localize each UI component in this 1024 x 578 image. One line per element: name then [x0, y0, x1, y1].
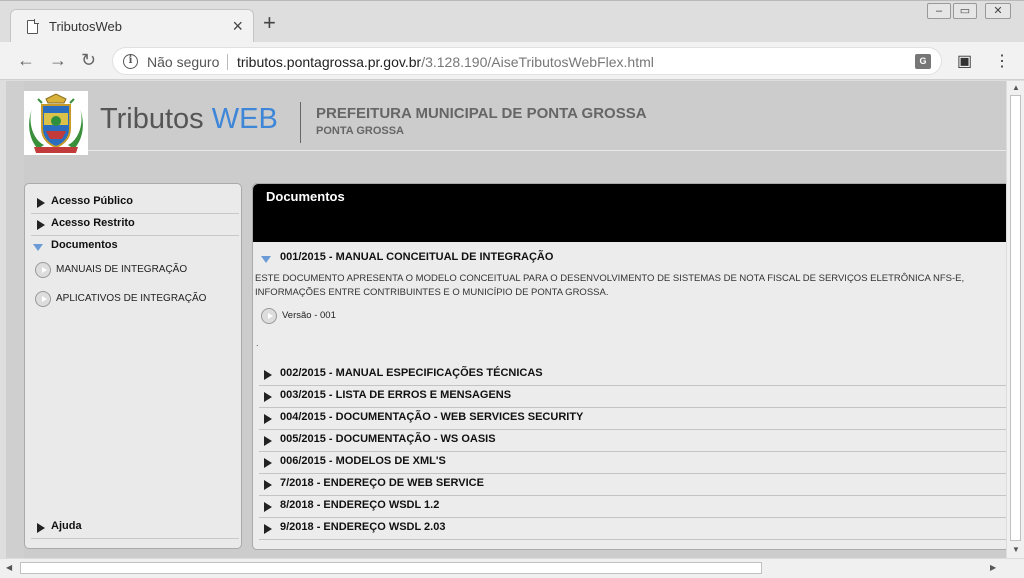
collapse-arrow-icon	[33, 244, 43, 251]
horizontal-scrollbar[interactable]: ◀ ▶	[0, 558, 1024, 578]
doc-description: ESTE DOCUMENTO APRESENTA O MODELO CONCEI…	[255, 272, 1006, 300]
header-divider	[300, 102, 301, 143]
minimize-button[interactable]: –	[927, 3, 951, 19]
vertical-scroll-thumb[interactable]	[1010, 95, 1021, 541]
expand-arrow-icon	[264, 414, 272, 424]
close-window-button[interactable]: ✕	[985, 3, 1011, 19]
doc-item-label: 004/2015 - DOCUMENTAÇÃO - WEB SERVICES S…	[280, 411, 584, 423]
doc-item-label: 9/2018 - ENDEREÇO WSDL 2.03	[280, 521, 446, 533]
url-separator	[227, 54, 228, 70]
vertical-scrollbar[interactable]: ▲ ▼	[1006, 81, 1024, 558]
sidebar-subitem-label: MANUAIS DE INTEGRAÇÃO	[56, 264, 188, 275]
tab-title: TributosWeb	[49, 19, 122, 34]
scroll-left-icon[interactable]: ◀	[6, 563, 12, 572]
sidebar-item-label: Acesso Público	[51, 195, 133, 207]
info-icon[interactable]: i	[123, 54, 138, 69]
panel-header: Documentos	[253, 184, 1006, 242]
collapse-arrow-icon	[261, 256, 271, 263]
url-path: /3.128.190/AiseTributosWebFlex.html	[421, 54, 654, 70]
expand-arrow-icon	[264, 502, 272, 512]
doc-description-line: INFORMAÇÕES ENTRE CONTRIBUINTES E O MUNI…	[255, 287, 609, 298]
url-text[interactable]: tributos.pontagrossa.pr.gov.br/3.128.190…	[237, 54, 654, 70]
sidebar-item-label: Acesso Restrito	[51, 217, 135, 229]
site-header: Tributos WEB PREFEITURA MUNICIPAL DE PON…	[24, 81, 1006, 155]
play-circle-icon	[261, 308, 277, 324]
sidebar-subitem-label: APLICATIVOS DE INTEGRAÇÃO	[56, 293, 207, 304]
expand-arrow-icon	[264, 370, 272, 380]
doc-item-006-2015[interactable]: 006/2015 - MODELOS DE XML'S	[259, 452, 1006, 474]
coat-of-arms-logo	[24, 91, 88, 155]
brand-main: Tributos	[100, 103, 212, 135]
brand-title: Tributos WEB	[100, 103, 278, 136]
sidebar-menu: Acesso Público Acesso Restrito Documento…	[24, 183, 242, 549]
expand-arrow-icon	[37, 220, 45, 230]
version-label: Versão - 001	[282, 310, 336, 321]
maximize-button[interactable]: ▭	[953, 3, 977, 19]
doc-item-label: 006/2015 - MODELOS DE XML'S	[280, 455, 446, 467]
sidebar-item-label: Ajuda	[51, 520, 82, 532]
doc-item-004-2015[interactable]: 004/2015 - DOCUMENTAÇÃO - WEB SERVICES S…	[259, 408, 1006, 430]
city-name: PONTA GROSSA	[316, 125, 405, 137]
expand-arrow-icon	[264, 524, 272, 534]
expand-arrow-icon	[37, 523, 45, 533]
sidebar-item-label: Documentos	[51, 239, 118, 251]
doc-item-003-2015[interactable]: 003/2015 - LISTA DE ERROS E MENSAGENS	[259, 386, 1006, 408]
doc-item-label: 8/2018 - ENDEREÇO WSDL 1.2	[280, 499, 440, 511]
page-icon	[27, 19, 39, 34]
sidebar-item-acesso-publico[interactable]: Acesso Público	[31, 192, 239, 214]
separator-dot: .	[256, 338, 259, 348]
clipboard-icon[interactable]: ▣	[957, 51, 972, 71]
play-circle-icon	[35, 262, 51, 278]
doc-item-005-2015[interactable]: 005/2015 - DOCUMENTAÇÃO - WS OASIS	[259, 430, 1006, 452]
page-content: Tributos WEB PREFEITURA MUNICIPAL DE PON…	[24, 81, 1006, 558]
expand-arrow-icon	[264, 436, 272, 446]
forward-icon[interactable]: →	[49, 50, 67, 71]
doc-item-label: 005/2015 - DOCUMENTAÇÃO - WS OASIS	[280, 433, 496, 445]
doc-item-7-2018[interactable]: 7/2018 - ENDEREÇO DE WEB SERVICE	[259, 474, 1006, 496]
doc-item-001-2015[interactable]: 001/2015 - MANUAL CONCEITUAL DE INTEGRAÇ…	[259, 248, 1006, 270]
doc-item-label: 003/2015 - LISTA DE ERROS E MENSAGENS	[280, 389, 512, 401]
play-circle-icon	[35, 291, 51, 307]
scroll-down-icon[interactable]: ▼	[1012, 545, 1020, 554]
panel-title: Documentos	[266, 189, 345, 204]
expand-arrow-icon	[264, 458, 272, 468]
doc-item-002-2015[interactable]: 002/2015 - MANUAL ESPECIFICAÇÕES TÉCNICA…	[259, 364, 1006, 386]
doc-item-label: 001/2015 - MANUAL CONCEITUAL DE INTEGRAÇ…	[280, 251, 554, 263]
sidebar-item-ajuda[interactable]: Ajuda	[31, 517, 239, 539]
security-label[interactable]: Não seguro	[147, 54, 219, 70]
back-icon[interactable]: ←	[17, 50, 35, 71]
brand-accent: WEB	[211, 103, 278, 135]
sidebar-subitem-aplicativos[interactable]: APLICATIVOS DE INTEGRAÇÃO	[35, 291, 235, 311]
reload-icon[interactable]: ↻	[81, 50, 96, 71]
new-tab-button[interactable]: +	[263, 12, 276, 34]
scroll-right-icon[interactable]: ▶	[990, 563, 996, 572]
translate-icon[interactable]: G	[915, 54, 931, 69]
scroll-up-icon[interactable]: ▲	[1012, 83, 1020, 92]
expand-arrow-icon	[264, 480, 272, 490]
doc-description-line: ESTE DOCUMENTO APRESENTA O MODELO CONCEI…	[255, 273, 965, 284]
menu-icon[interactable]: ⋮	[994, 51, 1010, 71]
sidebar-item-acesso-restrito[interactable]: Acesso Restrito	[31, 214, 239, 236]
url-host: tributos.pontagrossa.pr.gov.br	[237, 54, 422, 70]
browser-toolbar: ← → ↻ i Não seguro tributos.pontagrossa.…	[0, 42, 1024, 80]
expand-arrow-icon	[37, 198, 45, 208]
page-viewport: Tributos WEB PREFEITURA MUNICIPAL DE PON…	[0, 81, 1006, 558]
doc-version-link[interactable]: Versão - 001	[261, 308, 461, 326]
tab-strip: TributosWeb × + – ▭ ✕	[0, 0, 1024, 43]
sidebar-item-documentos[interactable]: Documentos	[31, 236, 239, 258]
horizontal-scroll-thumb[interactable]	[20, 562, 762, 574]
prefeitura-title: PREFEITURA MUNICIPAL DE PONTA GROSSA	[316, 105, 647, 122]
doc-item-label: 002/2015 - MANUAL ESPECIFICAÇÕES TÉCNICA…	[280, 367, 543, 379]
sidebar-subitem-manuais[interactable]: MANUAIS DE INTEGRAÇÃO	[35, 262, 235, 282]
browser-tab[interactable]: TributosWeb ×	[10, 9, 254, 43]
doc-item-label: 7/2018 - ENDEREÇO DE WEB SERVICE	[280, 477, 484, 489]
close-tab-icon[interactable]: ×	[232, 16, 243, 37]
doc-item-9-2018[interactable]: 9/2018 - ENDEREÇO WSDL 2.03	[259, 518, 1006, 540]
address-bar[interactable]: i Não seguro tributos.pontagrossa.pr.gov…	[112, 47, 942, 75]
expand-arrow-icon	[264, 392, 272, 402]
doc-item-8-2018[interactable]: 8/2018 - ENDEREÇO WSDL 1.2	[259, 496, 1006, 518]
documents-panel: Documentos 001/2015 - MANUAL CONCEITUAL …	[252, 183, 1006, 550]
